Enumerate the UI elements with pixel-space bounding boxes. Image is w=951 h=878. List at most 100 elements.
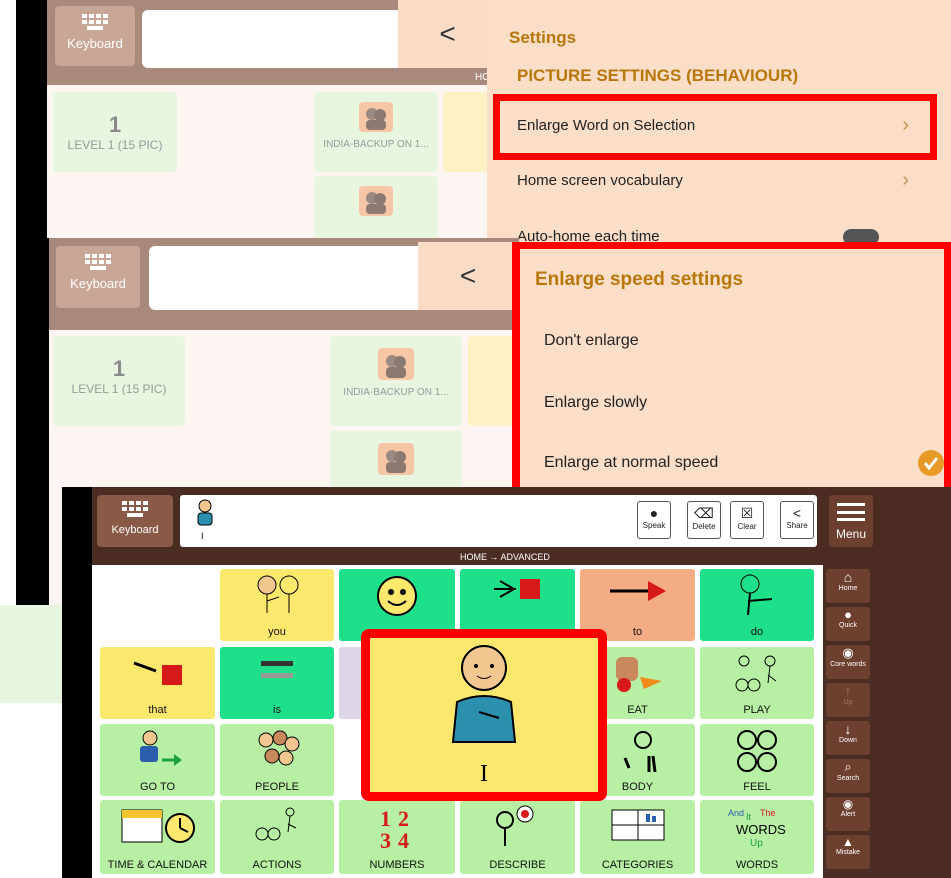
tile-feel[interactable]: FEEL [700, 724, 814, 796]
describe-icon [495, 805, 533, 846]
clear-button[interactable]: ☒ Clear [730, 501, 764, 539]
tile-you[interactable]: you [220, 569, 334, 641]
side-label: Up [843, 699, 853, 706]
tile-play[interactable]: PLAY [700, 647, 814, 719]
share-label: Share [786, 521, 808, 530]
tile-is[interactable]: is [220, 647, 334, 719]
side-alert-button[interactable]: ◉ Alert [826, 797, 870, 831]
svg-text:It: It [746, 812, 752, 822]
tile-people[interactable]: PEOPLE [220, 724, 334, 796]
share-button[interactable]: < Share [780, 501, 814, 539]
play-icon [735, 655, 777, 692]
tile-label: GO TO [139, 781, 176, 793]
up-arrow-icon: ↑ [844, 683, 852, 699]
green-tile-edge [0, 605, 63, 703]
side-quick-button[interactable]: ● Quick [826, 607, 870, 641]
tile-label: FEEL [743, 781, 771, 793]
yellow-tile[interactable] [468, 336, 518, 426]
tile-label: PEOPLE [254, 781, 300, 793]
back-button[interactable]: < [418, 242, 518, 310]
pointing-icon [132, 661, 182, 685]
keyboard-label: Keyboard [67, 36, 123, 51]
people-icon [378, 443, 414, 475]
side-mistake-button[interactable]: ▲ Mistake [826, 835, 870, 869]
side-label: Mistake [835, 849, 861, 856]
message-word: I [201, 531, 204, 541]
svg-text:Up: Up [750, 838, 763, 849]
tile-label: WORDS [735, 859, 779, 871]
keyboard-label: Keyboard [111, 524, 159, 536]
share-icon: < [792, 505, 802, 521]
option-enlarge-slowly[interactable]: Enlarge slowly [544, 394, 647, 412]
india-tile-2[interactable] [314, 176, 438, 245]
side-label: Alert [840, 811, 856, 818]
keyboard-icon [122, 501, 148, 517]
india-tile[interactable]: INDIA-BACKUP ON 1... [330, 336, 462, 426]
tile-label: you [268, 626, 286, 638]
settings-row-home-vocab[interactable]: Home screen vocabulary [517, 172, 683, 189]
enlarged-tile[interactable]: I [370, 638, 598, 792]
person-symbol-icon [197, 499, 213, 526]
black-bar [62, 487, 92, 878]
actions-icon [255, 807, 297, 841]
food-icon [615, 657, 662, 692]
words-icon: And It The WORDSUp [728, 808, 786, 849]
level-tile[interactable]: 1 LEVEL 1 (15 PIC) [53, 92, 177, 172]
side-label: Search [836, 775, 860, 782]
arrow-right-icon [609, 581, 666, 601]
side-search-button[interactable]: ⌕ Search [826, 759, 870, 793]
alert-icon: ◉ [842, 797, 854, 811]
message-bar[interactable] [149, 246, 429, 310]
menu-label: Menu [835, 527, 867, 541]
side-up-button[interactable]: ↑ Up [826, 683, 870, 717]
keyboard-button[interactable]: Keyboard [97, 495, 173, 547]
smiley-icon [377, 576, 417, 616]
back-button[interactable]: < [398, 0, 497, 68]
dialog-title: Enlarge speed settings [535, 269, 744, 290]
india-tile[interactable]: INDIA-BACKUP ON 1... [314, 92, 438, 172]
tile-time-calendar[interactable]: TIME & CALENDAR [100, 800, 215, 874]
tile-label: TIME & CALENDAR [107, 859, 208, 871]
tile-do[interactable]: do [700, 569, 814, 641]
message-bar[interactable]: I [180, 495, 817, 547]
people-icon [359, 102, 393, 132]
back-icon: < [439, 18, 456, 49]
tile-categories[interactable]: CATEGORIES [580, 800, 695, 874]
svg-text:4: 4 [398, 828, 409, 850]
enlarged-word: I [480, 761, 488, 787]
tile-go-to[interactable]: GO TO [100, 724, 215, 796]
option-dont-enlarge[interactable]: Don't enlarge [544, 332, 639, 350]
tile-label: ACTIONS [252, 859, 302, 871]
check-icon [918, 450, 944, 476]
tile-that[interactable]: that [100, 647, 215, 719]
speak-button[interactable]: ● Speak [637, 501, 671, 539]
go-to-icon [139, 730, 182, 766]
keyboard-button[interactable]: Keyboard [55, 6, 135, 66]
tile-describe[interactable]: DESCRIBE [460, 800, 575, 874]
yellow-tile[interactable] [443, 92, 493, 172]
breadcrumb: HOME → ADVANCED [460, 552, 550, 562]
side-home-button[interactable]: ⌂ Home [826, 569, 870, 603]
home-icon: ⌂ [843, 569, 853, 585]
india-tile-2[interactable] [330, 431, 462, 491]
core-icon: ◉ [842, 645, 854, 660]
level-number: 1 [108, 112, 122, 137]
tile-actions[interactable]: ACTIONS [220, 800, 334, 874]
do-icon [740, 574, 773, 616]
menu-button[interactable]: Menu [829, 495, 873, 547]
tile-words[interactable]: And It The WORDS Up WORDS [700, 800, 814, 874]
people-group-icon [258, 730, 300, 766]
keyboard-button[interactable]: Keyboard [56, 246, 140, 308]
side-label: Quick [839, 622, 857, 629]
tile-numbers[interactable]: 1234 NUMBERS [339, 800, 455, 874]
tile-label: is [273, 704, 281, 716]
option-enlarge-normal[interactable]: Enlarge at normal speed [544, 454, 718, 472]
side-core-words-button[interactable]: ◉ Core words [826, 645, 870, 679]
level-tile[interactable]: 1 LEVEL 1 (15 PIC) [53, 336, 185, 426]
settings-title: Settings [509, 28, 577, 47]
delete-button[interactable]: ⌫ Delete [687, 501, 721, 539]
message-bar[interactable] [142, 10, 402, 68]
tile-label: PLAY [743, 704, 771, 716]
highlight-box [493, 94, 937, 160]
side-down-button[interactable]: ↓ Down [826, 721, 870, 755]
